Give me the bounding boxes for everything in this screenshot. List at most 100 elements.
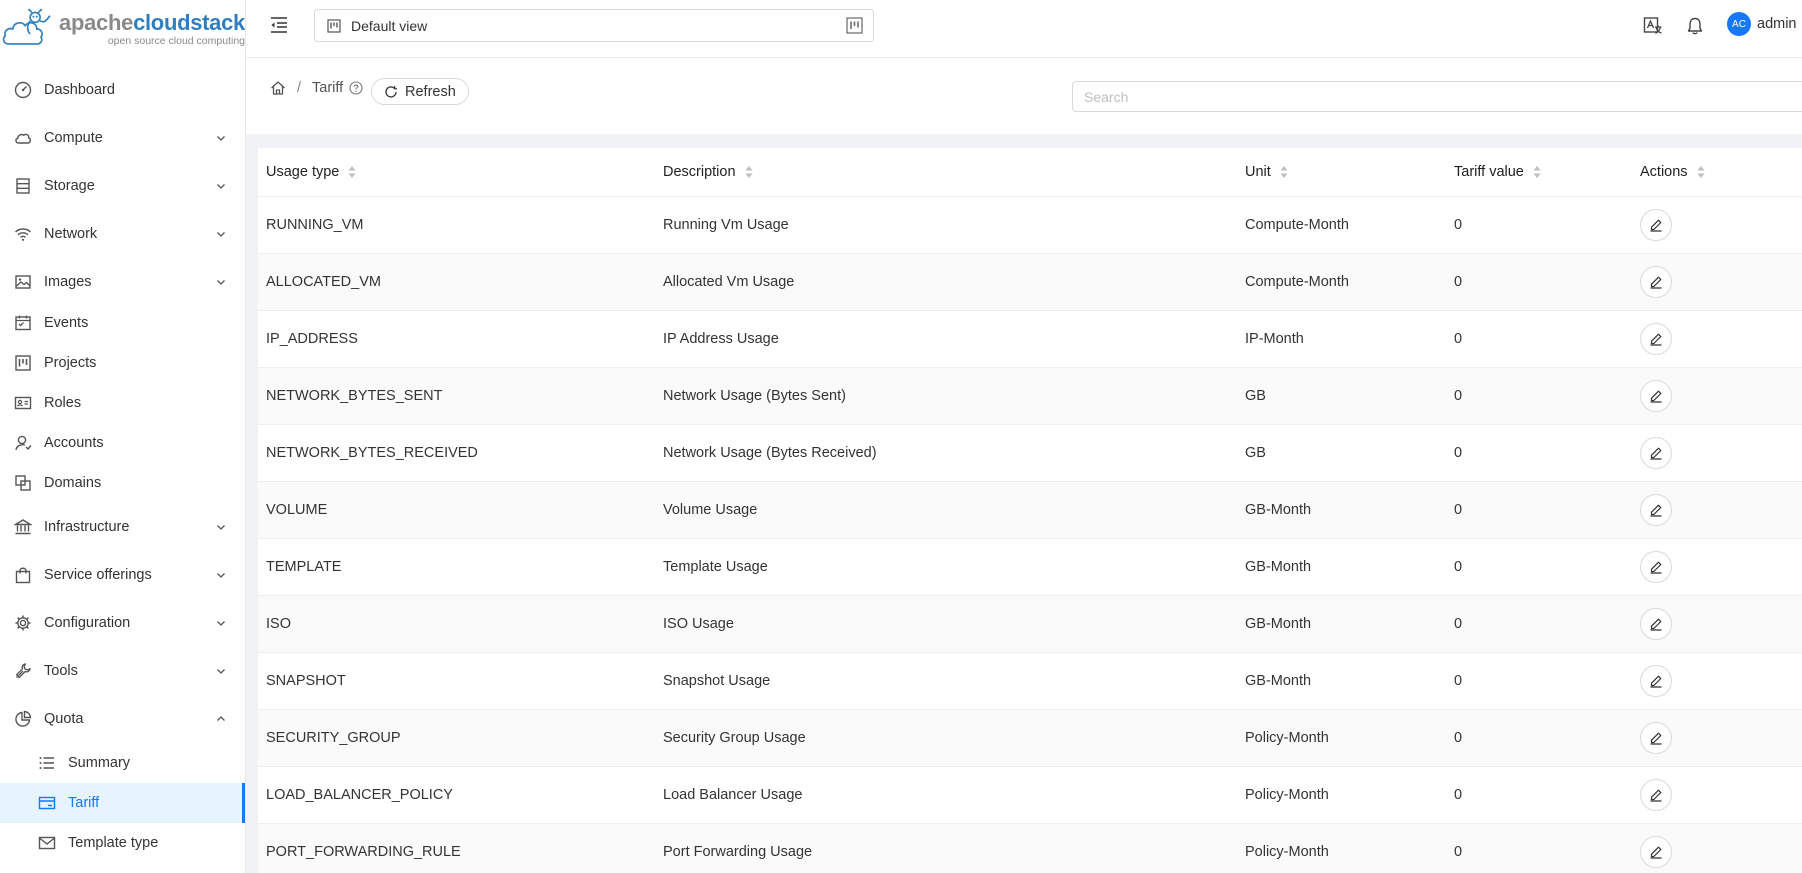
cell-actions xyxy=(1632,652,1802,710)
sidebar-item-label: Network xyxy=(44,226,98,242)
cell-usage-type: TEMPLATE xyxy=(258,538,655,596)
cell-tariff-value: 0 xyxy=(1446,709,1632,767)
edit-tariff-button[interactable] xyxy=(1640,550,1672,583)
column-label: Actions xyxy=(1640,163,1688,180)
table-row: TEMPLATE Template Usage GB-Month 0 xyxy=(258,538,1802,596)
chevron-down-icon xyxy=(217,280,225,285)
main-menu: Dashboard Compute Storage Network Images… xyxy=(0,67,245,863)
column-tariff-value[interactable]: Tariff value xyxy=(1446,148,1632,197)
sidebar-item-roles[interactable]: Roles xyxy=(0,383,245,423)
table-row: NETWORK_BYTES_RECEIVED Network Usage (By… xyxy=(258,424,1802,482)
sidebar-item-summary[interactable]: Summary xyxy=(0,743,245,783)
home-icon[interactable] xyxy=(270,80,286,96)
edit-tariff-button[interactable] xyxy=(1640,721,1672,754)
edit-tariff-button[interactable] xyxy=(1640,265,1672,298)
cell-description: Template Usage xyxy=(655,538,1237,596)
edit-tariff-button[interactable] xyxy=(1640,493,1672,526)
chevron-up-icon xyxy=(217,716,225,721)
edit-icon xyxy=(1650,846,1662,859)
sidebar-item-images[interactable]: Images xyxy=(0,261,245,303)
cell-usage-type: SECURITY_GROUP xyxy=(258,709,655,767)
column-label: Unit xyxy=(1245,163,1271,180)
translate-icon[interactable] xyxy=(1643,16,1663,36)
sidebar-item-tools[interactable]: Tools xyxy=(0,650,245,692)
cell-unit: Policy-Month xyxy=(1237,766,1446,824)
sidebar-item-accounts[interactable]: Accounts xyxy=(0,423,245,463)
edit-tariff-button[interactable] xyxy=(1640,322,1672,355)
cell-usage-type: ALLOCATED_VM xyxy=(258,253,655,311)
sidebar-item-projects[interactable]: Projects xyxy=(0,343,245,383)
sidebar-item-template-type[interactable]: Template type xyxy=(0,823,245,863)
sidebar-item-quota[interactable]: Quota xyxy=(0,698,245,740)
user-menu[interactable]: AC admin xyxy=(1727,12,1797,36)
sidebar-item-service-offerings[interactable]: Service offerings xyxy=(0,554,245,596)
cell-description: ISO Usage xyxy=(655,595,1237,653)
edit-tariff-button[interactable] xyxy=(1640,607,1672,640)
project-icon[interactable] xyxy=(846,17,863,34)
sidebar-item-configuration[interactable]: Configuration xyxy=(0,602,245,644)
search-input[interactable] xyxy=(1072,81,1802,112)
sidebar-item-compute[interactable]: Compute xyxy=(0,117,245,159)
project-icon xyxy=(14,354,32,372)
menu-fold-icon[interactable] xyxy=(268,14,290,36)
cloudstack-logo[interactable]: apachecloudstack open source cloud compu… xyxy=(0,0,245,58)
sidebar-item-label: Accounts xyxy=(44,435,104,451)
wifi-icon xyxy=(14,225,32,243)
column-unit[interactable]: Unit xyxy=(1237,148,1446,197)
edit-icon xyxy=(1650,618,1662,631)
cell-actions xyxy=(1632,538,1802,596)
edit-tariff-button[interactable] xyxy=(1640,436,1672,469)
cell-description: Port Forwarding Usage xyxy=(655,823,1237,873)
sidebar: apachecloudstack open source cloud compu… xyxy=(0,0,246,873)
cell-actions xyxy=(1632,481,1802,539)
cell-usage-type: IP_ADDRESS xyxy=(258,310,655,368)
sidebar-item-events[interactable]: Events xyxy=(0,303,245,343)
column-actions[interactable]: Actions xyxy=(1632,148,1802,197)
edit-tariff-button[interactable] xyxy=(1640,664,1672,697)
sidebar-item-dashboard[interactable]: Dashboard xyxy=(0,67,245,113)
refresh-button[interactable]: Refresh xyxy=(371,78,469,105)
cell-usage-type: NETWORK_BYTES_RECEIVED xyxy=(258,424,655,482)
sidebar-item-network[interactable]: Network xyxy=(0,213,245,255)
sidebar-item-domains[interactable]: Domains xyxy=(0,463,245,503)
cell-description: Security Group Usage xyxy=(655,709,1237,767)
sidebar-item-infrastructure[interactable]: Infrastructure xyxy=(0,506,245,548)
sidebar-item-tariff[interactable]: Tariff xyxy=(0,783,245,823)
cell-description: Load Balancer Usage xyxy=(655,766,1237,824)
cell-unit: GB xyxy=(1237,424,1446,482)
pie-chart-icon xyxy=(14,710,32,728)
cell-tariff-value: 0 xyxy=(1446,367,1632,425)
column-description[interactable]: Description xyxy=(655,148,1237,197)
cell-tariff-value: 0 xyxy=(1446,196,1632,254)
bell-icon[interactable] xyxy=(1685,16,1705,36)
question-circle-icon[interactable] xyxy=(349,81,363,95)
sidebar-item-label: Quota xyxy=(44,711,84,727)
breadcrumb-current: Tariff xyxy=(312,80,344,96)
sidebar-item-label: Template type xyxy=(68,835,159,851)
edit-tariff-button[interactable] xyxy=(1640,778,1672,811)
edit-tariff-button[interactable] xyxy=(1640,208,1672,241)
project-icon xyxy=(327,18,341,33)
table-row: ISO ISO Usage GB-Month 0 xyxy=(258,595,1802,653)
idcard-icon xyxy=(14,394,32,412)
table-row: RUNNING_VM Running Vm Usage Compute-Mont… xyxy=(258,196,1802,254)
cell-usage-type: VOLUME xyxy=(258,481,655,539)
sidebar-item-label: Images xyxy=(44,274,92,290)
chevron-down-icon xyxy=(217,621,225,626)
cell-description: IP Address Usage xyxy=(655,310,1237,368)
column-usage-type[interactable]: Usage type xyxy=(258,148,655,197)
edit-icon xyxy=(1650,219,1662,232)
cell-tariff-value: 0 xyxy=(1446,766,1632,824)
sidebar-item-label: Infrastructure xyxy=(44,519,130,535)
edit-icon xyxy=(1650,732,1662,745)
avatar: AC xyxy=(1727,12,1751,36)
edit-tariff-button[interactable] xyxy=(1640,379,1672,412)
cell-unit: GB-Month xyxy=(1237,595,1446,653)
table-row: VOLUME Volume Usage GB-Month 0 xyxy=(258,481,1802,539)
sidebar-item-storage[interactable]: Storage xyxy=(0,165,245,207)
view-selector[interactable]: Default view xyxy=(314,9,874,42)
schedule-icon xyxy=(14,314,32,332)
cell-unit: GB xyxy=(1237,367,1446,425)
edit-tariff-button[interactable] xyxy=(1640,835,1672,868)
cell-usage-type: SNAPSHOT xyxy=(258,652,655,710)
